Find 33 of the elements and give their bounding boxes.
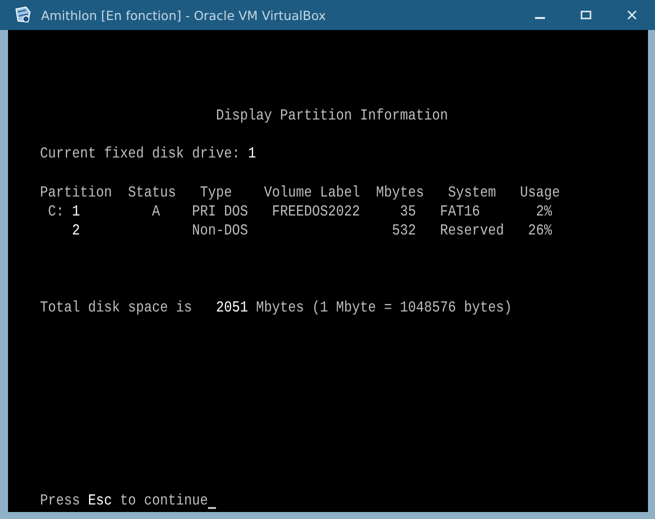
column-header: Partition — [40, 184, 112, 203]
partition-size: 35 — [400, 204, 416, 222]
file-system: Reserved — [440, 223, 504, 242]
column-header: Status — [128, 184, 176, 203]
window-title: Amithlon [En fonction] - Oracle VM VirtualBox — [41, 8, 326, 22]
drive-letter: C: — [48, 204, 64, 222]
total-size: 2051 — [216, 300, 248, 319]
partition-status: A — [152, 204, 160, 222]
drive-number: 1 — [248, 146, 256, 164]
continue-prompt: Press Esc to continue — [40, 492, 208, 512]
text-cursor — [208, 507, 216, 509]
partition-number: 2 — [72, 223, 80, 242]
maximize-icon — [580, 9, 592, 21]
partition-type: PRI DOS — [192, 204, 248, 222]
partition-number: 1 — [72, 204, 80, 222]
partition-type: Non-DOS — [192, 223, 248, 242]
volume-label: FREEDOS2022 — [272, 204, 360, 222]
partition-size: 532 — [392, 223, 416, 242]
partition-usage: 2% — [536, 204, 552, 222]
column-header: Usage — [520, 184, 560, 203]
minimize-icon — [535, 17, 545, 19]
total-label: Total disk space is — [40, 300, 192, 319]
column-header: Type — [200, 184, 232, 203]
screen-heading: Display Partition Information — [216, 108, 448, 126]
total-unit: Mbytes (1 Mbyte = 1048576 bytes) — [256, 300, 512, 319]
partition-usage: 26% — [528, 223, 552, 242]
file-system: FAT16 — [440, 204, 480, 222]
drive-label: Current fixed disk drive: — [40, 146, 240, 164]
column-header: Volume Label — [264, 184, 360, 203]
column-header: System — [448, 184, 496, 203]
column-header: Mbytes — [376, 184, 424, 203]
app-icon — [14, 6, 32, 24]
close-icon — [626, 9, 638, 21]
